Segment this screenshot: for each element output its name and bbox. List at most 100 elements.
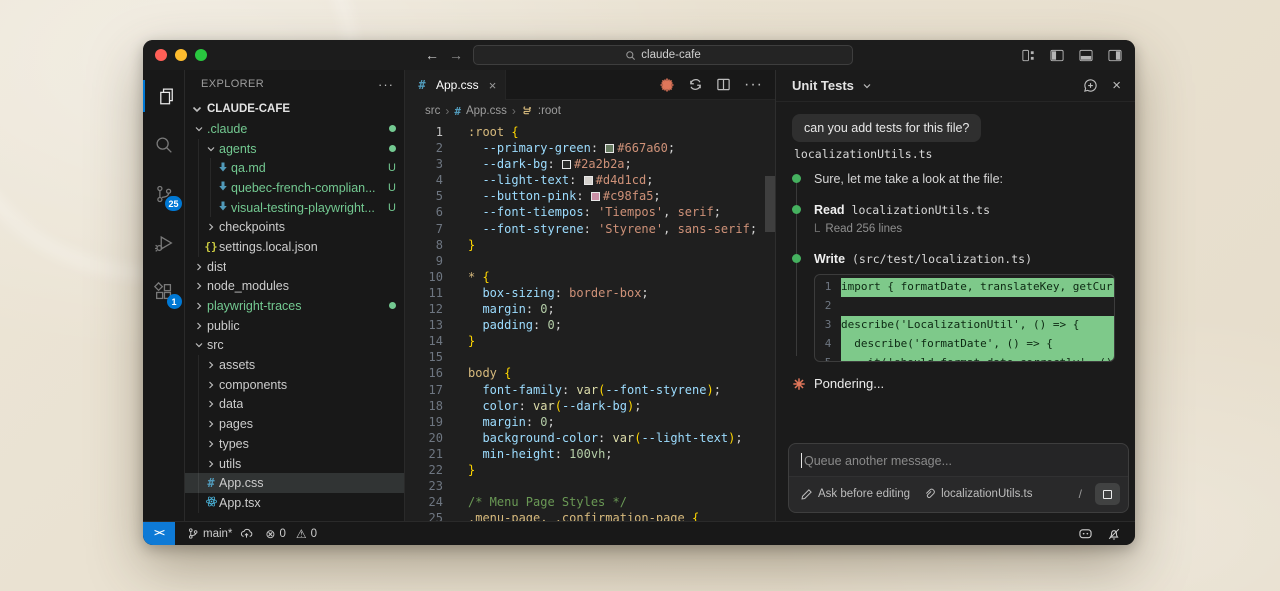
code-line-1[interactable]: 1:root { [405, 124, 775, 140]
code-line-23[interactable]: 23 [405, 478, 775, 494]
code-line-14[interactable]: 14} [405, 333, 775, 349]
tree-item-visual-testing-playwright-[interactable]: visual-testing-playwright...U [185, 198, 404, 218]
code-line-5[interactable]: 5 --button-pink: #c98fa5; [405, 188, 775, 204]
line-number: 10 [405, 269, 443, 285]
code-line-21[interactable]: 21 min-height: 100vh; [405, 446, 775, 462]
tree-item-assets[interactable]: assets [185, 355, 404, 375]
minimize-window-button[interactable] [175, 49, 187, 61]
copilot-icon[interactable] [1078, 527, 1093, 540]
chevron-down-icon[interactable] [861, 80, 873, 92]
tab-close-icon[interactable]: × [489, 78, 497, 93]
chat-transcript: can you add tests for this file? localiz… [776, 102, 1135, 521]
editor-scrollbar[interactable] [765, 176, 775, 232]
code-line-12[interactable]: 12 margin: 0; [405, 301, 775, 317]
tree-item-app-tsx[interactable]: App.tsx [185, 493, 404, 513]
breadcrumb-item[interactable]: App.css [466, 105, 507, 117]
tree-item-app-css[interactable]: #App.css [185, 473, 404, 493]
line-number: 8 [405, 237, 443, 253]
code-line-11[interactable]: 11 box-sizing: border-box; [405, 285, 775, 301]
code-line-13[interactable]: 13 padding: 0; [405, 317, 775, 333]
customize-layout-icon[interactable] [1021, 48, 1036, 63]
chevron-right-icon [203, 221, 219, 233]
explorer-more-actions-icon[interactable]: ··· [378, 77, 394, 92]
attached-file-chip[interactable]: localizationUtils.ts [924, 488, 1032, 500]
source-control-icon[interactable]: 25 [143, 174, 185, 214]
close-panel-icon[interactable]: × [1112, 77, 1121, 94]
tree-item--claude[interactable]: .claude [185, 119, 404, 139]
code-line-8[interactable]: 8} [405, 237, 775, 253]
maximize-window-button[interactable] [195, 49, 207, 61]
slash-commands-hint[interactable]: / [1079, 487, 1082, 501]
code-line-7[interactable]: 7 --font-styrene: 'Styrene', sans-serif; [405, 221, 775, 237]
chevron-right-icon [191, 280, 207, 292]
tree-item-qa-md[interactable]: qa.mdU [185, 158, 404, 178]
tree-item-agents[interactable]: agents [185, 139, 404, 159]
tree-item-data[interactable]: data [185, 395, 404, 415]
tab-app-css[interactable]: # App.css × [405, 70, 506, 100]
toggle-panel-icon[interactable] [1078, 48, 1094, 63]
forward-arrow-icon[interactable]: → [449, 48, 463, 62]
tree-item-node-modules[interactable]: node_modules [185, 277, 404, 297]
tree-item-checkpoints[interactable]: checkpoints [185, 217, 404, 237]
new-chat-icon[interactable] [1083, 78, 1098, 93]
tree-item-label: utils [219, 457, 241, 471]
breadcrumb-item[interactable]: src [425, 105, 440, 117]
problems-indicator[interactable]: ⊗ 0 ⚠ 0 [265, 527, 317, 541]
color-swatch[interactable] [584, 176, 593, 185]
notifications-muted-icon[interactable] [1107, 527, 1121, 541]
close-window-button[interactable] [155, 49, 167, 61]
tree-item-src[interactable]: src [185, 336, 404, 356]
tree-item-types[interactable]: types [185, 434, 404, 454]
tree-item-quebec-french-complian-[interactable]: quebec-french-complian...U [185, 178, 404, 198]
split-editor-icon[interactable] [716, 77, 731, 92]
code-line-17[interactable]: 17 font-family: var(--font-styrene); [405, 382, 775, 398]
workspace-root-folder[interactable]: CLAUDE-CAFE [185, 98, 404, 119]
back-arrow-icon[interactable]: ← [425, 48, 439, 62]
editor-more-actions-icon[interactable]: ··· [744, 76, 763, 94]
run-debug-icon[interactable] [143, 223, 185, 263]
tree-item-utils[interactable]: utils [185, 454, 404, 474]
tree-item-pages[interactable]: pages [185, 414, 404, 434]
code-line-18[interactable]: 18 color: var(--dark-bg); [405, 398, 775, 414]
toggle-primary-sidebar-icon[interactable] [1049, 48, 1065, 63]
tree-item-playwright-traces[interactable]: playwright-traces [185, 296, 404, 316]
breadcrumb-item[interactable]: :root [538, 105, 561, 117]
chat-input[interactable] [804, 454, 1116, 468]
command-center-search[interactable]: claude-cafe [473, 45, 853, 65]
tree-item-public[interactable]: public [185, 316, 404, 336]
code-line-2[interactable]: 2 --primary-green: #667a60; [405, 140, 775, 156]
code-line-10[interactable]: 10* { [405, 269, 775, 285]
code-line-3[interactable]: 3 --dark-bg: #2a2b2a; [405, 156, 775, 172]
code-line-16[interactable]: 16body { [405, 365, 775, 381]
code-line-15[interactable]: 15 [405, 349, 775, 365]
code-line-25[interactable]: 25.menu-page, .confirmation-page { [405, 510, 775, 521]
extensions-icon[interactable]: 1 [143, 272, 185, 312]
claude-icon[interactable] [659, 77, 675, 93]
tree-item-label: agents [219, 142, 257, 156]
assistant-panel: Unit Tests × can you add tests for this … [775, 70, 1135, 521]
code-line-19[interactable]: 19 margin: 0; [405, 414, 775, 430]
tree-item-components[interactable]: components [185, 375, 404, 395]
code-line-9[interactable]: 9 [405, 253, 775, 269]
toggle-secondary-sidebar-icon[interactable] [1107, 48, 1123, 63]
explorer-icon[interactable] [143, 76, 185, 116]
code-area[interactable]: 1:root {2 --primary-green: #667a60;3 --d… [405, 122, 775, 521]
remote-indicator[interactable]: >< [143, 522, 175, 545]
code-line-24[interactable]: 24/* Menu Page Styles */ [405, 494, 775, 510]
tree-item-dist[interactable]: dist [185, 257, 404, 277]
code-line-22[interactable]: 22} [405, 462, 775, 478]
sync-changes-icon[interactable] [688, 77, 703, 92]
code-line-6[interactable]: 6 --font-tiempos: 'Tiempos', serif; [405, 204, 775, 220]
color-swatch[interactable] [562, 160, 571, 169]
code-line-20[interactable]: 20 background-color: var(--light-text); [405, 430, 775, 446]
branch-indicator[interactable]: main* [187, 527, 253, 540]
tree-item-settings-local-json[interactable]: {}settings.local.json [185, 237, 404, 257]
search-icon[interactable] [143, 125, 185, 165]
window-controls [155, 49, 207, 61]
stop-button[interactable] [1095, 483, 1120, 505]
assistant-thread: Sure, let me take a look at the file: Re… [792, 171, 1121, 362]
code-line-4[interactable]: 4 --light-text: #d4d1cd; [405, 172, 775, 188]
color-swatch[interactable] [605, 144, 614, 153]
color-swatch[interactable] [591, 192, 600, 201]
edit-mode-selector[interactable]: Ask before editing [801, 488, 910, 500]
